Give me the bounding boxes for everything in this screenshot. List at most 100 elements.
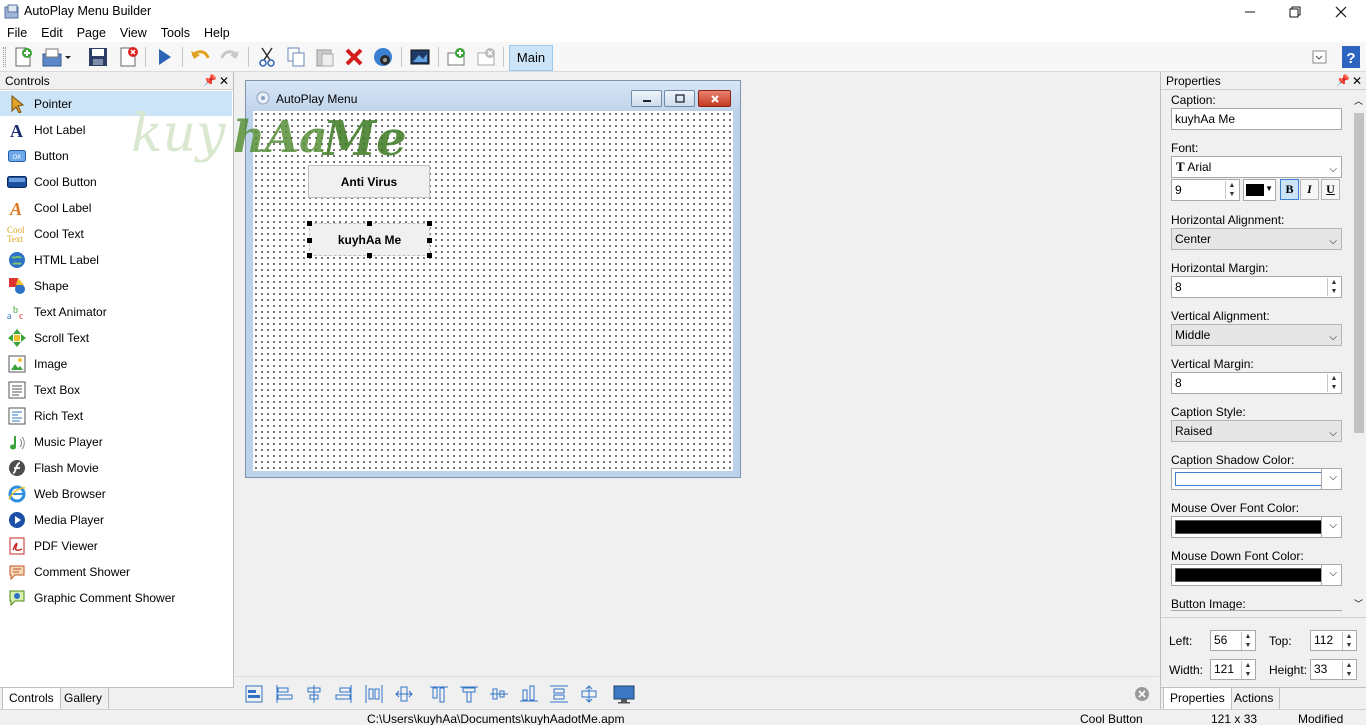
spinner-icon[interactable]: ▲ ▼ — [1225, 181, 1238, 199]
control-item-comment-shower[interactable]: Comment Shower — [0, 559, 232, 584]
design-maximize-icon[interactable] — [664, 90, 695, 107]
align-bottom-edges-icon[interactable] — [518, 683, 540, 705]
close-toolbar-icon[interactable] — [1134, 686, 1150, 702]
space-horizontal-icon[interactable] — [363, 683, 385, 705]
new-file-icon[interactable] — [11, 45, 35, 69]
scroll-up-icon[interactable]: ︿ — [1354, 94, 1363, 107]
control-item-image[interactable]: Image — [0, 351, 232, 376]
spinner-icon[interactable]: ▲ ▼ — [1327, 278, 1340, 296]
height-input[interactable]: 33 ▲ ▼ — [1310, 659, 1357, 680]
space-vertical-icon[interactable] — [548, 683, 570, 705]
control-item-shape[interactable]: Shape — [0, 273, 232, 298]
control-item-media-player[interactable]: Media Player — [0, 507, 232, 532]
minimize-button[interactable] — [1227, 0, 1273, 24]
caption-input[interactable]: kuyhAa Me — [1171, 108, 1342, 130]
paste-icon[interactable] — [313, 45, 337, 69]
shadow-color-picker[interactable]: ⌵ — [1171, 468, 1342, 490]
spinner-icon[interactable]: ▲ ▼ — [1241, 632, 1254, 650]
resize-handle[interactable] — [307, 253, 312, 258]
preview-icon[interactable] — [408, 45, 432, 69]
underline-toggle[interactable]: U — [1321, 179, 1340, 200]
font-size-input[interactable]: 9 ▲ ▼ — [1171, 179, 1240, 201]
menu-edit[interactable]: Edit — [34, 24, 70, 42]
control-item-cool-button[interactable]: Cool Button — [0, 169, 232, 194]
spinner-icon[interactable]: ▲ ▼ — [1241, 661, 1254, 679]
color-dropdown[interactable]: ⌵ — [1321, 565, 1341, 585]
h-margin-input[interactable]: 8 ▲ ▼ — [1171, 276, 1342, 298]
panel-close-icon[interactable]: ✕ — [219, 72, 229, 90]
resize-handle[interactable] — [427, 238, 432, 243]
panel-close-icon[interactable]: ✕ — [1352, 72, 1362, 90]
toolbar-grip[interactable] — [3, 47, 6, 67]
control-item-cool-text[interactable]: Cool Text Cool Text — [0, 221, 232, 246]
spinner-icon[interactable]: ▲ ▼ — [1342, 632, 1355, 650]
page-main-button[interactable]: Main — [509, 45, 553, 71]
scroll-thumb[interactable] — [1354, 113, 1364, 433]
close-file-icon[interactable] — [116, 45, 140, 69]
control-item-rich-text[interactable]: Rich Text — [0, 403, 232, 428]
cut-icon[interactable] — [255, 45, 279, 69]
menu-file[interactable]: File — [0, 24, 34, 42]
resize-handle[interactable] — [427, 221, 432, 226]
tab-gallery[interactable]: Gallery — [58, 688, 110, 709]
restore-button[interactable] — [1272, 0, 1318, 24]
control-item-scroll-text[interactable]: Scroll Text — [0, 325, 232, 350]
spinner-icon[interactable]: ▲ ▼ — [1327, 374, 1340, 392]
pin-icon[interactable]: 📌 — [203, 72, 217, 90]
control-item-pointer[interactable]: Pointer — [0, 91, 232, 116]
resize-handle[interactable] — [307, 238, 312, 243]
resize-handle[interactable] — [307, 221, 312, 226]
control-item-pdf-viewer[interactable]: PDF Viewer — [0, 533, 232, 558]
menu-page[interactable]: Page — [70, 24, 113, 42]
control-item-html-label[interactable]: HTML Label — [0, 247, 232, 272]
v-align-select[interactable]: Middle ⌵ — [1171, 324, 1342, 346]
control-item-text-box[interactable]: Text Box — [0, 377, 232, 402]
left-input[interactable]: 56 ▲ ▼ — [1210, 630, 1256, 651]
design-button-selected[interactable]: kuyhAa Me — [309, 223, 430, 256]
control-item-cool-label[interactable]: A Cool Label — [0, 195, 232, 220]
width-input[interactable]: 121 ▲ ▼ — [1210, 659, 1256, 680]
remove-page-icon[interactable] — [474, 45, 498, 69]
color-dropdown[interactable]: ⌵ — [1321, 517, 1341, 537]
design-window-titlebar[interactable]: AutoPlay Menu — [246, 81, 740, 111]
menu-view[interactable]: View — [113, 24, 154, 42]
scroll-down-icon[interactable]: ﹀ — [1354, 597, 1363, 610]
spinner-icon[interactable]: ▲ ▼ — [1342, 661, 1355, 679]
design-button-anti-virus[interactable]: Anti Virus — [308, 165, 430, 198]
save-icon[interactable] — [86, 45, 110, 69]
make-same-height-icon[interactable] — [578, 683, 600, 705]
control-item-graphic-comment-shower[interactable]: Graphic Comment Shower — [0, 585, 232, 610]
tab-properties[interactable]: Properties — [1163, 688, 1232, 709]
delete-icon[interactable] — [342, 45, 366, 69]
close-button[interactable] — [1318, 0, 1364, 24]
copy-icon[interactable] — [284, 45, 308, 69]
caption-style-select[interactable]: Raised ⌵ — [1171, 420, 1342, 442]
tab-controls[interactable]: Controls — [2, 688, 61, 709]
control-item-music-player[interactable]: Music Player — [0, 429, 232, 454]
align-middles-icon[interactable] — [488, 683, 510, 705]
color-dropdown[interactable]: ⌵ — [1321, 469, 1341, 489]
design-close-icon[interactable] — [698, 90, 731, 107]
run-icon[interactable] — [152, 45, 176, 69]
italic-toggle[interactable]: I — [1300, 179, 1319, 200]
design-minimize-icon[interactable] — [631, 90, 662, 107]
add-page-icon[interactable] — [444, 45, 468, 69]
tab-actions[interactable]: Actions — [1228, 688, 1281, 709]
bold-toggle[interactable]: B — [1280, 179, 1299, 200]
screen-preview-icon[interactable] — [613, 683, 635, 705]
resize-handle[interactable] — [427, 253, 432, 258]
menu-help[interactable]: Help — [197, 24, 237, 42]
v-margin-input[interactable]: 8 ▲ ▼ — [1171, 372, 1342, 394]
menu-tools[interactable]: Tools — [154, 24, 197, 42]
link-icon[interactable] — [371, 45, 395, 69]
align-top-icon[interactable] — [428, 683, 450, 705]
align-top-edges-icon[interactable] — [458, 683, 480, 705]
properties-scrollbar[interactable]: ︿ ﹀ — [1351, 91, 1366, 615]
top-input[interactable]: 112 ▲ ▼ — [1310, 630, 1357, 651]
align-centers-icon[interactable] — [303, 683, 325, 705]
open-file-icon[interactable] — [41, 45, 71, 69]
align-left-edges-icon[interactable] — [273, 683, 295, 705]
help-icon[interactable]: ? — [1339, 45, 1363, 69]
undo-icon[interactable] — [188, 45, 212, 69]
control-item-web-browser[interactable]: Web Browser — [0, 481, 232, 506]
